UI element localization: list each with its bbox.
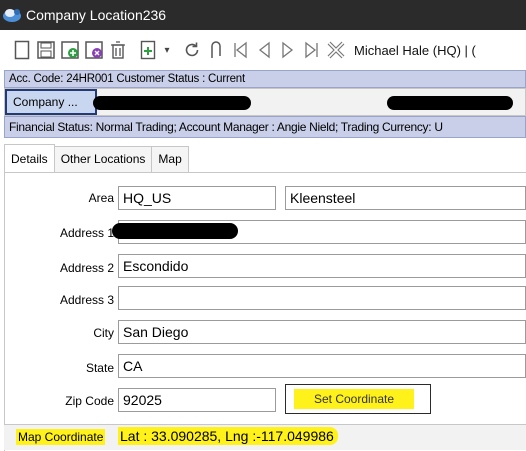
city-label: City <box>93 326 114 340</box>
area-label: Area <box>88 191 114 205</box>
refresh-icon[interactable] <box>182 38 202 62</box>
redacted-company-code <box>387 96 513 110</box>
save-icon[interactable] <box>36 38 56 62</box>
map-coordinate-label: Map Coordinate <box>16 429 106 445</box>
dropdown-icon[interactable]: ▾ <box>162 38 172 62</box>
app-icon <box>2 7 22 23</box>
last-icon[interactable] <box>302 38 322 62</box>
toolbar: ▾ Michael Hale (HQ) | ( <box>0 30 526 70</box>
redacted-address1 <box>112 223 238 239</box>
next-icon[interactable] <box>278 38 298 62</box>
company-bar: Company ... <box>4 88 526 116</box>
tab-map[interactable]: Map <box>151 146 189 172</box>
map-coordinate-value: Lat : 33.090285, Lng :-117.049986 <box>118 427 338 445</box>
delete-icon[interactable] <box>108 38 128 62</box>
new-icon[interactable] <box>12 38 32 62</box>
tab-other-locations[interactable]: Other Locations <box>53 146 153 172</box>
company-lookup-button[interactable]: Company ... <box>5 89 97 115</box>
save-new-icon[interactable] <box>60 38 80 62</box>
state-field[interactable]: CA <box>118 354 526 378</box>
state-label: State <box>85 361 114 375</box>
cancel-icon[interactable] <box>326 38 346 62</box>
address2-field[interactable]: Escondido <box>118 254 526 278</box>
title-bar: Company Location236 <box>0 0 526 30</box>
map-coordinate-row: Map Coordinate Lat : 33.090285, Lng :-11… <box>4 424 526 450</box>
area-name-field[interactable]: Kleensteel <box>285 186 526 210</box>
set-coordinate-button[interactable]: Set Coordinate <box>285 384 431 414</box>
zip-field[interactable]: 92025 <box>118 388 276 412</box>
add-icon[interactable] <box>138 38 158 62</box>
address2-label: Address 2 <box>59 261 114 275</box>
address3-field[interactable] <box>118 286 526 310</box>
address3-label: Address 3 <box>59 293 114 307</box>
current-user[interactable]: Michael Hale (HQ) | ( <box>354 43 476 58</box>
financial-status-bar: Financial Status: Normal Trading; Accoun… <box>4 116 526 138</box>
city-field[interactable]: San Diego <box>118 320 526 344</box>
attach-icon[interactable] <box>206 38 226 62</box>
area-code-field[interactable]: HQ_US <box>118 186 276 210</box>
account-info-bar: Acc. Code: 24HR001 Customer Status : Cur… <box>4 70 526 88</box>
zip-label: Zip Code <box>65 394 114 408</box>
tab-details[interactable]: Details <box>4 144 55 172</box>
first-icon[interactable] <box>230 38 250 62</box>
set-coordinate-label: Set Coordinate <box>294 389 414 409</box>
address1-label: Address 1 <box>59 226 114 240</box>
redacted-company-name <box>93 96 251 110</box>
tab-strip: Details Other Locations Map <box>4 144 189 172</box>
window-title: Company Location236 <box>26 7 167 23</box>
prev-icon[interactable] <box>254 38 274 62</box>
save-close-icon[interactable] <box>84 38 104 62</box>
